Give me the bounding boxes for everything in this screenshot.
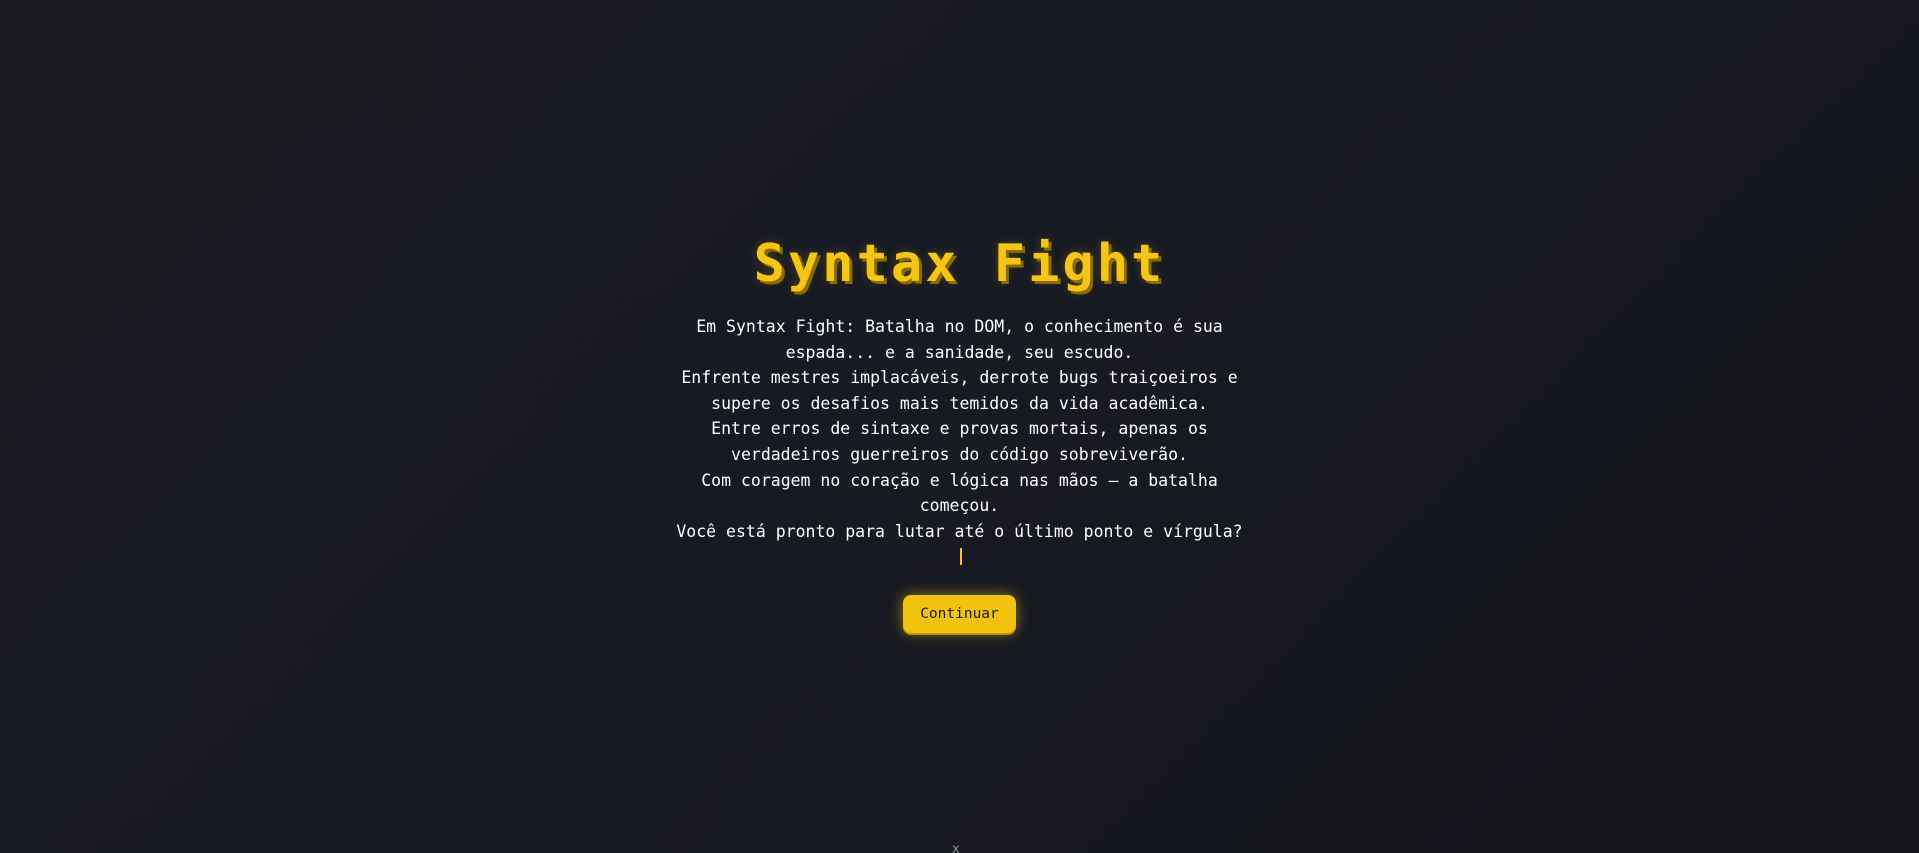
story-line-5-wrapper: Você está pronto para lutar até o último… [675, 519, 1245, 570]
story-line-2: Enfrente mestres implacáveis, derrote bu… [681, 368, 1238, 413]
story-line-1: Em Syntax Fight: Batalha no DOM, o conhe… [696, 317, 1223, 362]
intro-screen: Syntax Fight Em Syntax Fight: Batalha no… [0, 232, 1919, 633]
story-line-5: Você está pronto para lutar até o último… [676, 521, 1243, 541]
story-line-3: Entre erros de sintaxe e provas mortais,… [711, 419, 1208, 464]
game-title: Syntax Fight [753, 234, 1166, 294]
text-caret-icon [960, 548, 962, 566]
story-line-4: Com coragem no coração e lógica nas mãos… [701, 470, 1218, 516]
continue-button[interactable]: Continuar [903, 594, 1016, 633]
story-text: Em Syntax Fight: Batalha no DOM, o conhe… [675, 314, 1245, 570]
close-icon[interactable]: x [952, 843, 960, 853]
